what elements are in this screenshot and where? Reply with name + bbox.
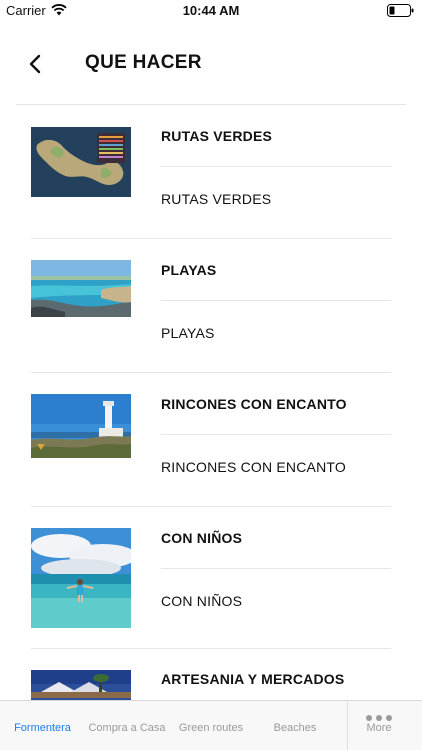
list-item-rutas-verdes[interactable]: RUTAS VERDES RUTAS VERDES: [0, 105, 422, 240]
tab-label: Beaches: [273, 722, 317, 734]
item-title: PLAYAS: [161, 262, 217, 278]
list-item-rincones-con-encanto[interactable]: RINCONES CON ENCANTO RINCONES CON ENCANT…: [0, 373, 422, 508]
list-item-artesania-y-mercados[interactable]: ARTESANIA Y MERCADOS: [0, 648, 422, 700]
tab-green-routes[interactable]: Green routes: [169, 701, 253, 750]
tab-label: Compra a Casa: [88, 722, 166, 734]
lighthouse-thumbnail: [31, 394, 131, 458]
item-title: RUTAS VERDES: [161, 128, 273, 144]
tab-compra-a-casa[interactable]: Compra a Casa: [85, 701, 169, 750]
item-subtitle: CON NIÑOS: [161, 593, 243, 609]
status-bar: Carrier 10:44 AM: [0, 0, 422, 22]
item-divider: [161, 166, 391, 167]
battery-icon: [387, 4, 414, 17]
item-subtitle: RINCONES CON ENCANTO: [161, 459, 346, 475]
item-divider: [161, 434, 391, 435]
map-thumbnail: [31, 127, 131, 197]
page-title: QUE HACER: [85, 52, 202, 73]
item-title: RINCONES CON ENCANTO: [161, 396, 347, 412]
activity-list[interactable]: RUTAS VERDES RUTAS VERDES PLAYAS PLAYAS: [0, 105, 422, 700]
item-subtitle: PLAYAS: [161, 325, 215, 341]
item-divider: [161, 568, 391, 569]
navigation-bar: QUE HACER: [0, 22, 422, 104]
item-title: CON NIÑOS: [161, 530, 243, 546]
market-thumbnail: [31, 670, 131, 700]
tab-formentera[interactable]: Formentera: [0, 701, 85, 750]
more-icon: [366, 715, 392, 721]
child-sea-thumbnail: [31, 528, 131, 628]
tab-label: Green routes: [178, 722, 244, 734]
tab-beaches[interactable]: Beaches: [253, 701, 337, 750]
back-button[interactable]: [22, 48, 50, 78]
tab-more[interactable]: More: [348, 701, 410, 750]
tab-label: More: [366, 722, 392, 734]
item-subtitle: RUTAS VERDES: [161, 191, 272, 207]
tab-bar: Formentera Compra a Casa Green routes Be…: [0, 700, 422, 750]
item-title: ARTESANIA Y MERCADOS: [161, 671, 345, 687]
list-item-playas[interactable]: PLAYAS PLAYAS: [0, 239, 422, 374]
list-item-con-ninos[interactable]: CON NIÑOS CON NIÑOS: [0, 507, 422, 649]
beach-thumbnail: [31, 260, 131, 317]
status-time: 10:44 AM: [182, 3, 240, 18]
tab-label: Formentera: [14, 722, 71, 734]
chevron-left-icon: [29, 54, 41, 74]
item-divider: [161, 300, 391, 301]
